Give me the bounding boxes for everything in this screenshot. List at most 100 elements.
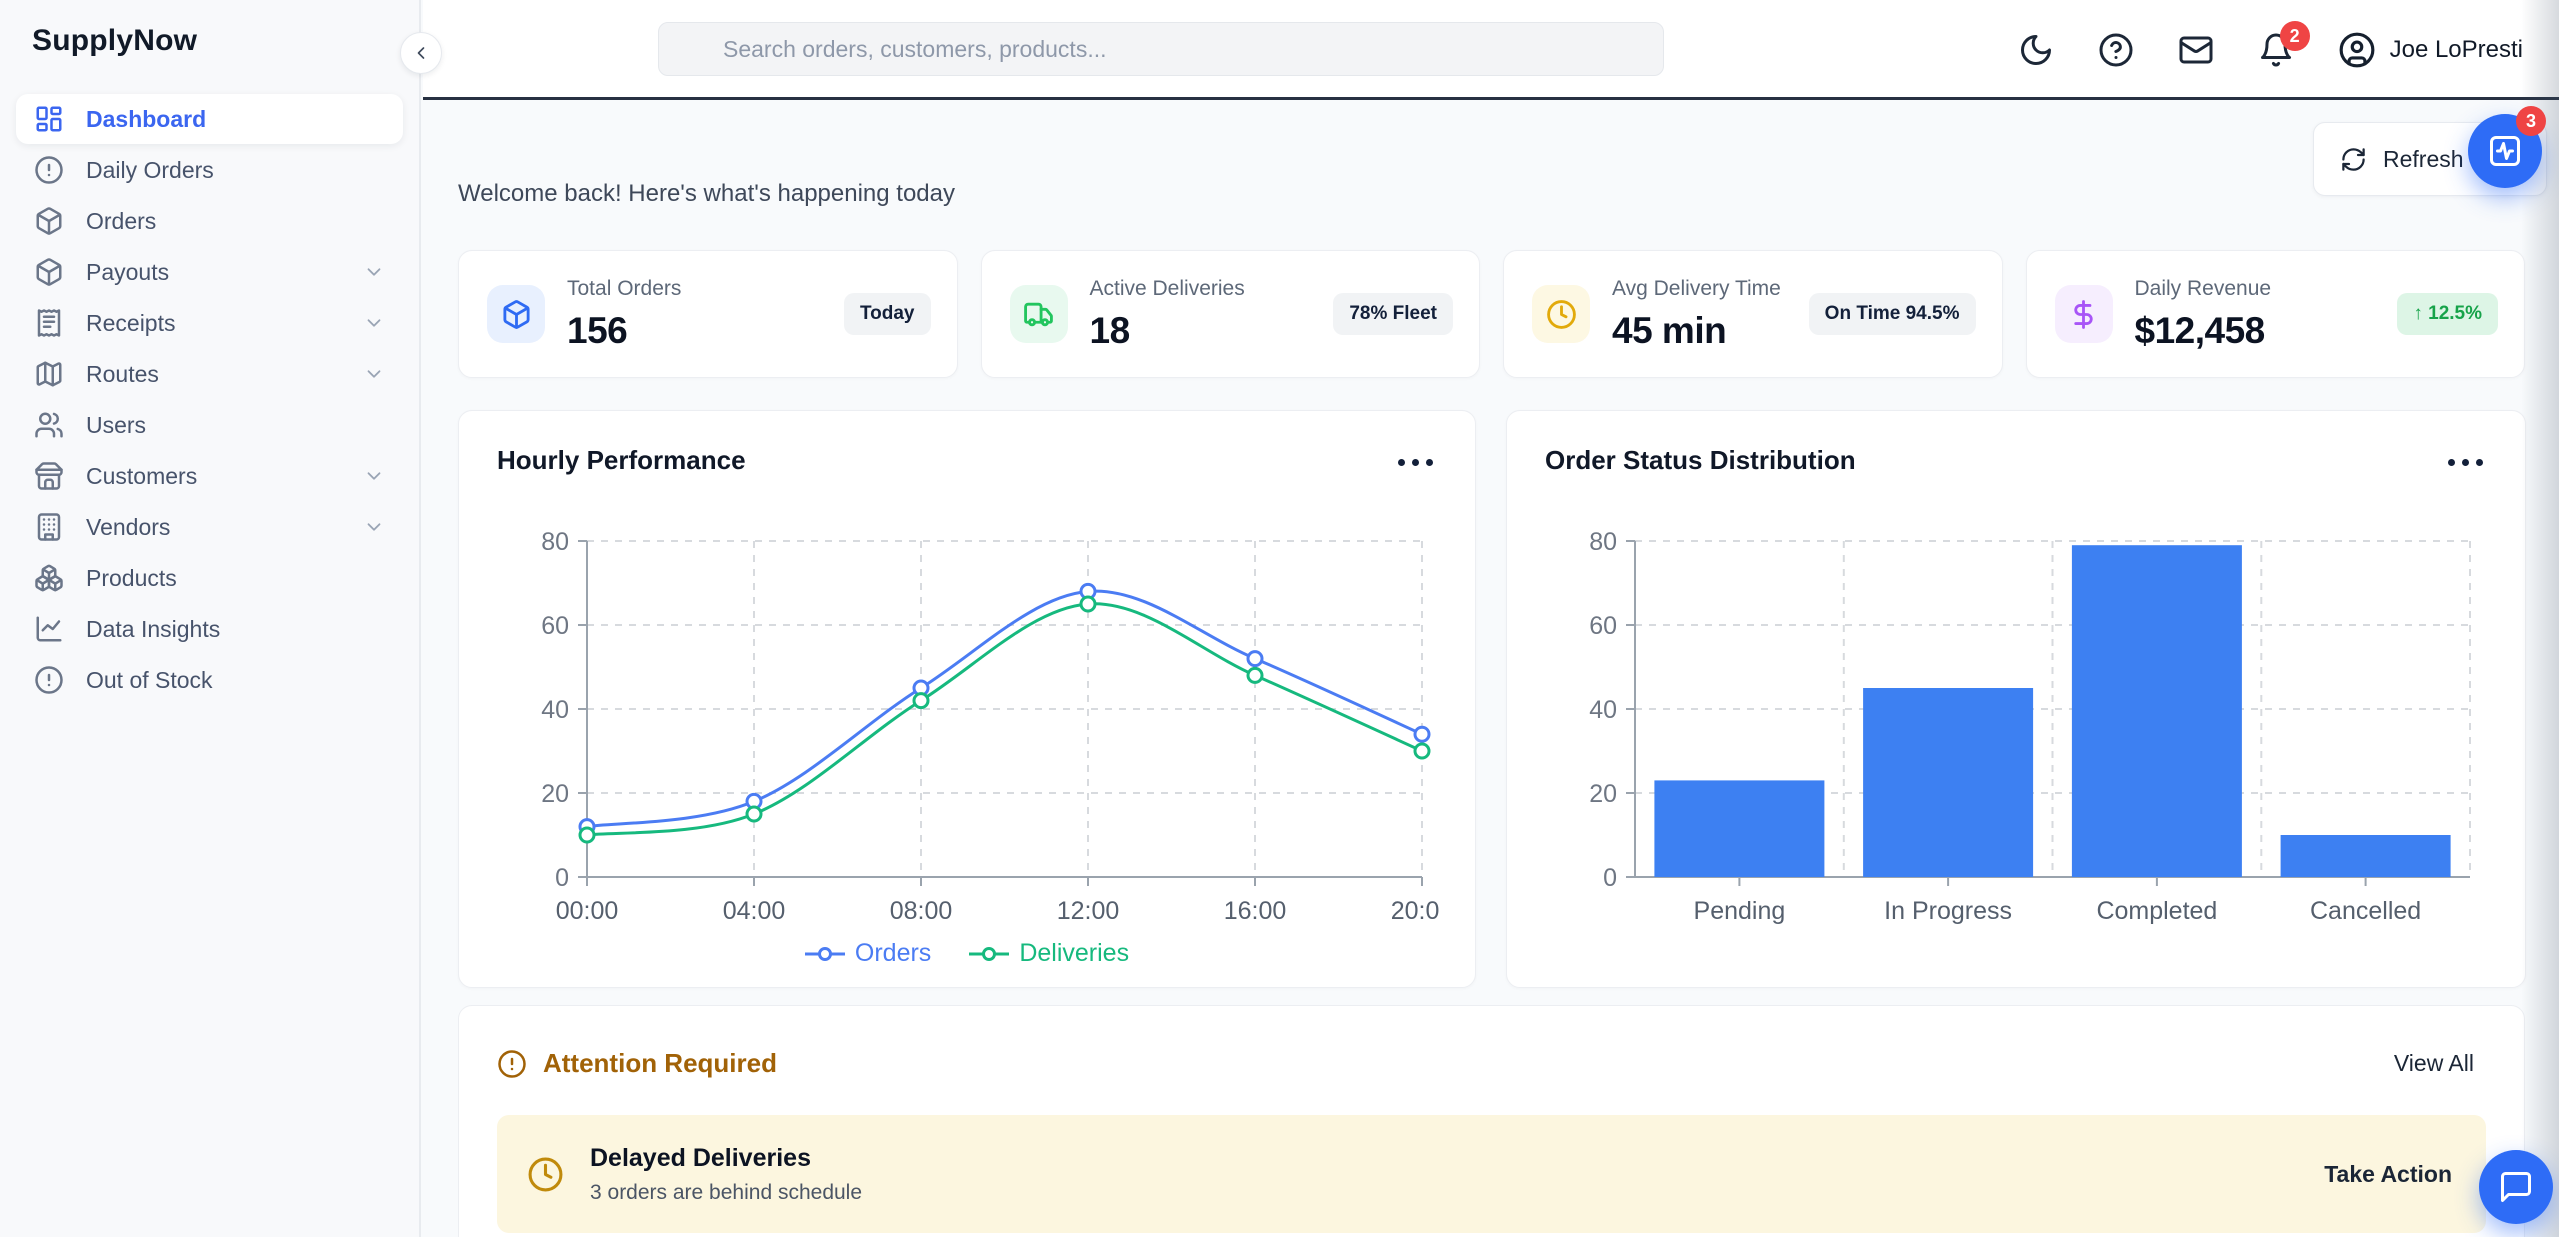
take-action-button[interactable]: Take Action (2320, 1153, 2456, 1196)
stat-label: Total Orders (567, 277, 681, 301)
sidebar-item-payouts[interactable]: Payouts (16, 247, 403, 297)
chart-legend: Orders Deliveries (459, 939, 1475, 968)
legend-marker-icon (969, 946, 1009, 962)
search-input[interactable] (658, 22, 1664, 76)
sidebar-item-label: Receipts (86, 310, 175, 337)
svg-text:Pending: Pending (1694, 897, 1786, 925)
help-circle-icon (2098, 32, 2134, 68)
stat-card-daily-revenue: Daily Revenue$12,458↑ 12.5% (2026, 250, 2526, 378)
svg-text:80: 80 (541, 529, 569, 556)
chart-menu-button[interactable] (1394, 455, 1437, 470)
chart-menu-button[interactable] (2444, 455, 2487, 470)
order-status-card: Order Status Distribution 020406080Pendi… (1506, 410, 2526, 988)
sidebar-item-customers[interactable]: Customers (16, 451, 403, 501)
stat-badge: 78% Fleet (1333, 293, 1453, 335)
sidebar-item-users[interactable]: Users (16, 400, 403, 450)
alert-subtitle: 3 orders are behind schedule (590, 1181, 862, 1205)
sidebar-collapse-button[interactable] (400, 32, 442, 74)
legend-item-deliveries[interactable]: Deliveries (969, 939, 1129, 968)
user-circle-icon (2338, 31, 2376, 69)
svg-text:20: 20 (1589, 780, 1617, 808)
sidebar-item-label: Daily Orders (86, 157, 214, 184)
package-icon (34, 206, 64, 236)
sidebar-item-label: Orders (86, 208, 156, 235)
help-button[interactable] (2098, 32, 2134, 68)
sidebar-item-label: Vendors (86, 514, 170, 541)
sidebar-item-label: Users (86, 412, 146, 439)
legend-label: Deliveries (1019, 939, 1129, 968)
svg-text:80: 80 (1589, 529, 1617, 556)
chat-fab-button[interactable] (2479, 1150, 2553, 1224)
boxes-icon (34, 563, 64, 593)
package-icon (501, 299, 532, 330)
app-logo: SupplyNow (0, 0, 419, 78)
layout-dashboard-icon (34, 104, 64, 134)
hourly-performance-card: Hourly Performance 02040608000:0004:0008… (458, 410, 1476, 988)
stat-badge: On Time 94.5% (1809, 293, 1976, 335)
users-icon (34, 410, 64, 440)
sidebar-item-data-insights[interactable]: Data Insights (16, 604, 403, 654)
alert-circle-icon (34, 155, 64, 185)
chevron-down-icon (363, 261, 385, 283)
legend-marker-icon (805, 946, 845, 962)
sidebar-item-routes[interactable]: Routes (16, 349, 403, 399)
stat-card-active-deliveries: Active Deliveries1878% Fleet (981, 250, 1481, 378)
welcome-message: Welcome back! Here's what's happening to… (458, 180, 955, 208)
user-menu[interactable]: Joe LoPresti (2338, 31, 2523, 69)
stat-label: Active Deliveries (1090, 277, 1245, 301)
attention-header: Attention Required View All (497, 1042, 2486, 1085)
svg-text:60: 60 (1589, 612, 1617, 640)
svg-text:Cancelled: Cancelled (2310, 897, 2421, 925)
chart-title: Hourly Performance (497, 445, 1437, 476)
legend-label: Orders (855, 939, 931, 968)
chevron-down-icon (363, 516, 385, 538)
stat-value: 45 min (1612, 310, 1781, 352)
message-square-icon (2498, 1169, 2534, 1205)
stat-badge: ↑ 12.5% (2397, 293, 2498, 335)
attention-required-card: Attention Required View All Delayed Deli… (458, 1005, 2525, 1237)
notifications-button[interactable]: 2 (2258, 32, 2294, 68)
sidebar-item-label: Customers (86, 463, 197, 490)
view-all-button[interactable]: View All (2382, 1042, 2486, 1085)
svg-text:0: 0 (1603, 864, 1617, 892)
header-actions: 2 Joe LoPresti (2018, 0, 2523, 100)
sidebar-nav: Dashboard Daily Orders Orders Payouts Receip… (0, 78, 419, 705)
alert-circle-icon (34, 665, 64, 695)
user-name: Joe LoPresti (2390, 36, 2523, 64)
building-icon (34, 512, 64, 542)
svg-text:In Progress: In Progress (1884, 897, 2012, 925)
charts-row: Hourly Performance 02040608000:0004:0008… (458, 410, 2526, 988)
svg-text:Completed: Completed (2096, 897, 2217, 925)
sidebar-item-orders[interactable]: Orders (16, 196, 403, 246)
activity-fab-button[interactable]: 3 (2468, 114, 2542, 188)
sidebar-item-label: Routes (86, 361, 159, 388)
svg-text:40: 40 (541, 696, 569, 724)
clock-icon (1546, 299, 1577, 330)
svg-text:12:00: 12:00 (1057, 897, 1120, 925)
legend-item-orders[interactable]: Orders (805, 939, 931, 968)
line-chart-icon (34, 614, 64, 644)
bar-chart: 020406080PendingIn ProgressCompletedCanc… (1545, 529, 2487, 929)
receipt-icon (34, 308, 64, 338)
stat-icon-tile (1010, 285, 1068, 343)
sidebar-item-dashboard[interactable]: Dashboard (16, 94, 403, 144)
chart-title: Order Status Distribution (1545, 445, 2487, 476)
app-root: SupplyNow Dashboard Daily Orders Orders Pay… (0, 0, 2559, 1237)
sidebar-item-out-of-stock[interactable]: Out of Stock (16, 655, 403, 705)
sidebar-item-daily-orders[interactable]: Daily Orders (16, 145, 403, 195)
truck-icon (1023, 299, 1054, 330)
dark-mode-button[interactable] (2018, 32, 2054, 68)
alert-title: Delayed Deliveries (590, 1144, 862, 1173)
sidebar-item-label: Out of Stock (86, 667, 213, 694)
sidebar-item-receipts[interactable]: Receipts (16, 298, 403, 348)
messages-button[interactable] (2178, 32, 2214, 68)
stats-row: Total Orders156TodayActive Deliveries187… (458, 250, 2525, 378)
stat-value: 156 (567, 310, 681, 352)
chevron-down-icon (363, 363, 385, 385)
alert-circle-icon (497, 1049, 527, 1079)
svg-text:60: 60 (541, 612, 569, 640)
sidebar-item-label: Dashboard (86, 106, 206, 133)
sidebar-item-products[interactable]: Products (16, 553, 403, 603)
alert-list: Delayed Deliveries 3 orders are behind sc… (497, 1115, 2486, 1233)
sidebar-item-vendors[interactable]: Vendors (16, 502, 403, 552)
